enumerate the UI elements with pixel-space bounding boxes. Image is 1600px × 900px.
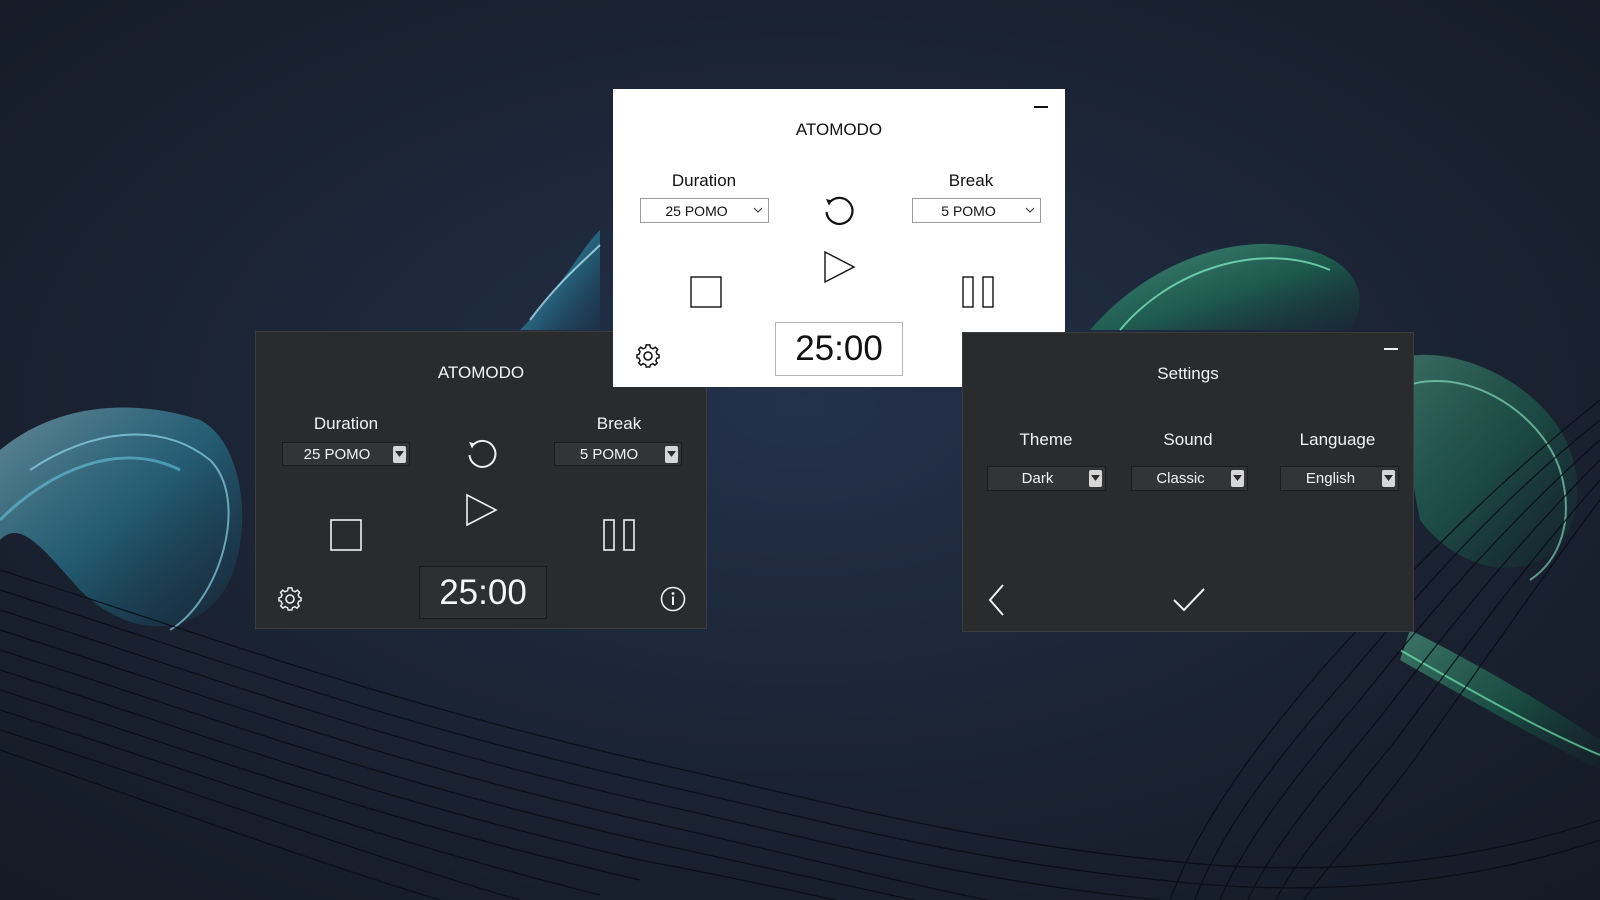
light-gear-icon[interactable] [635, 343, 661, 369]
dark-duration-select[interactable]: 25 POMO [282, 442, 410, 466]
theme-select[interactable]: Dark [987, 466, 1106, 491]
language-value: English [1305, 470, 1356, 487]
sound-dropdown-icon[interactable] [1231, 470, 1244, 487]
dark-refresh-icon[interactable] [464, 436, 500, 472]
dark-break-value: 5 POMO [579, 445, 639, 463]
dark-duration-dropdown-icon[interactable] [393, 446, 406, 463]
dark-break-dropdown-icon[interactable] [665, 446, 678, 463]
light-duration-dropdown-icon[interactable] [753, 203, 763, 217]
settings-window-title: Settings [1157, 364, 1219, 383]
light-minimize-icon[interactable] [1033, 101, 1049, 113]
light-break-select[interactable]: 5 POMO [912, 198, 1041, 223]
language-dropdown-icon[interactable] [1382, 470, 1395, 487]
settings-minimize-icon[interactable] [1383, 343, 1399, 355]
theme-dropdown-icon[interactable] [1089, 470, 1102, 487]
dark-break-select[interactable]: 5 POMO [554, 442, 682, 466]
light-timer-display: 25:00 [775, 322, 903, 376]
light-play-icon[interactable] [823, 250, 857, 284]
dark-pause-icon[interactable] [603, 519, 635, 551]
settings-window: Settings Theme Dark Sound Classic Langua… [962, 332, 1414, 632]
language-label: Language [1299, 430, 1376, 449]
dark-stop-icon[interactable] [330, 519, 362, 551]
dark-timer-display: 25:00 [419, 566, 547, 619]
dark-play-icon[interactable] [465, 493, 499, 527]
light-pause-icon[interactable] [962, 276, 994, 308]
dark-duration-value: 25 POMO [303, 445, 371, 463]
dark-duration-label: Duration [313, 414, 379, 433]
checkmark-icon[interactable] [1172, 586, 1206, 614]
light-stop-icon[interactable] [690, 276, 722, 308]
light-duration-value: 25 POMO [665, 202, 728, 219]
light-duration-select[interactable]: 25 POMO [640, 198, 769, 223]
theme-label: Theme [1019, 430, 1073, 449]
light-break-label: Break [948, 171, 994, 190]
light-break-dropdown-icon[interactable] [1025, 203, 1035, 217]
light-window-title: ATOMODO [795, 120, 883, 139]
dark-gear-icon[interactable] [277, 586, 303, 612]
dark-break-label: Break [596, 414, 642, 433]
chevron-left-icon[interactable] [986, 583, 1008, 617]
light-duration-label: Duration [671, 171, 737, 190]
sound-label: Sound [1163, 430, 1213, 449]
sound-value: Classic [1156, 470, 1205, 487]
theme-value: Dark [1021, 470, 1054, 487]
language-select[interactable]: English [1280, 466, 1399, 491]
light-break-value: 5 POMO [941, 202, 996, 219]
sound-select[interactable]: Classic [1131, 466, 1248, 491]
light-refresh-icon[interactable] [821, 193, 857, 229]
dark-info-icon[interactable] [660, 586, 686, 612]
